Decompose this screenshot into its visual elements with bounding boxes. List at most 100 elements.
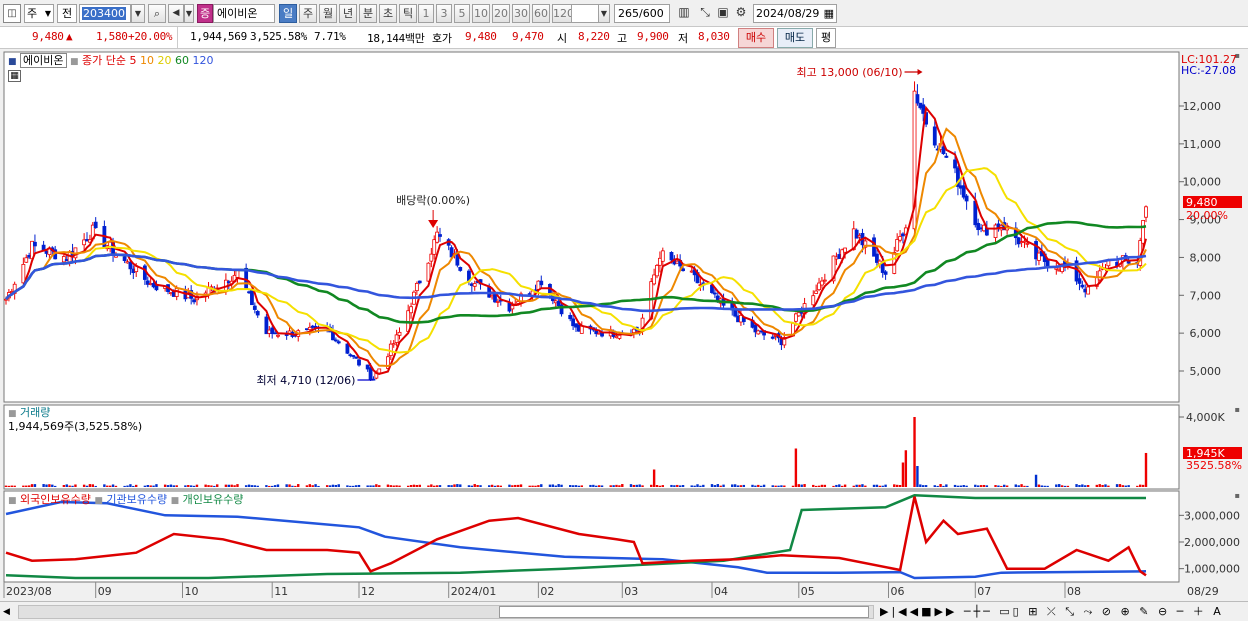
volume-bar	[519, 484, 523, 487]
volume: 1,944,569	[190, 30, 247, 43]
volume-bar	[898, 485, 902, 487]
legend-stock-name[interactable]: 에이비온	[20, 53, 67, 68]
count-input[interactable]: 265/600	[614, 4, 670, 23]
interval-1[interactable]: 1	[418, 4, 434, 23]
window-menu-icon[interactable]: ◫	[3, 4, 21, 23]
candle-body	[1080, 284, 1085, 288]
candle-body	[814, 290, 819, 294]
volume-bar	[759, 485, 763, 487]
volume-bar	[959, 485, 963, 487]
candle-body	[579, 325, 584, 334]
speaker-dropdown-icon[interactable]: ▼	[184, 4, 194, 23]
candle-body	[964, 195, 969, 202]
volume-bar	[1040, 485, 1044, 487]
volume-bar	[1101, 484, 1104, 487]
candle-body	[250, 288, 254, 306]
volume-bar	[1066, 485, 1070, 487]
scroll-thumb[interactable]	[499, 606, 869, 618]
tab-월[interactable]: 월	[319, 4, 337, 23]
open-price: 8,220	[578, 30, 610, 43]
interval-custom-input[interactable]	[571, 4, 601, 23]
interval-20[interactable]: 20	[492, 4, 510, 23]
scroll-left-icon[interactable]: ◀	[3, 605, 16, 619]
volume-bar	[479, 485, 482, 487]
eval-button[interactable]: 평	[816, 28, 836, 48]
table-icon[interactable]: ▦	[8, 70, 21, 82]
candle-body	[953, 159, 957, 169]
low-label: 저	[678, 32, 688, 45]
speaker-icon[interactable]: ◀	[168, 4, 184, 23]
gear-icon[interactable]: ⚙	[732, 4, 750, 23]
buy-button[interactable]: 매수	[738, 28, 774, 48]
volume-bar	[557, 484, 560, 487]
tab-분[interactable]: 분	[359, 4, 377, 23]
volume-bar	[22, 485, 25, 487]
interval-3[interactable]: 3	[436, 4, 452, 23]
volume-bar	[192, 485, 196, 487]
candle-body	[961, 185, 966, 198]
interval-30[interactable]: 30	[512, 4, 530, 23]
volume-bar	[357, 484, 361, 487]
tab-년[interactable]: 년	[339, 4, 357, 23]
tab-일[interactable]: 일	[279, 4, 297, 23]
search-icon[interactable]: ⌕	[148, 4, 166, 23]
volume-bar	[780, 485, 783, 487]
candle-body	[883, 271, 888, 275]
volume-bar	[91, 484, 95, 487]
candle-body	[252, 305, 257, 310]
volume-bar	[68, 485, 71, 487]
volume-bar	[1098, 484, 1101, 487]
volume-bar	[1086, 484, 1090, 487]
volume-bar	[308, 484, 312, 487]
compare-button[interactable]: 전	[57, 4, 77, 23]
volume-bar	[389, 485, 393, 487]
volume-bar	[7, 485, 11, 487]
nav-icons[interactable]: ▶|◀◀■▶▶ ─┼─ ▭▯ ⊞ ⤫ ⤡ ⤳ ⊘ ⊕ ✎ ⊖ ─ ＋ A	[880, 605, 1240, 619]
chart-area[interactable]: 5,0006,0007,0008,0009,00010,00011,00012,…	[0, 50, 1248, 621]
volume-bar	[884, 484, 887, 487]
volume-bar	[1023, 485, 1026, 487]
volume-bar	[757, 484, 760, 487]
volume-bar	[48, 484, 51, 487]
current-price: 9,480	[32, 30, 64, 43]
scrollbar[interactable]	[18, 605, 874, 619]
volume-bar	[291, 485, 294, 487]
volume-bar	[25, 485, 28, 487]
x-tick-label: 12	[361, 585, 375, 598]
volume-bar	[696, 484, 699, 487]
volume-bar	[783, 485, 786, 487]
period-select[interactable]: 주 ▼	[24, 4, 54, 23]
volume-bar	[554, 485, 557, 487]
volume-current-pct: 3525.58%	[1186, 459, 1242, 472]
volume-bar	[936, 485, 939, 487]
volume-bar	[88, 484, 92, 487]
volume-bar	[346, 485, 349, 487]
calendar-icon[interactable]: ▦	[824, 5, 834, 22]
code-input[interactable]: 203400	[79, 4, 131, 23]
interval-5[interactable]: 5	[454, 4, 470, 23]
tab-초[interactable]: 초	[379, 4, 397, 23]
volume-bar	[1026, 485, 1029, 487]
interval-10[interactable]: 10	[472, 4, 490, 23]
y-tick-label: 10,000	[1183, 176, 1222, 189]
y-tick-label: 6,000	[1190, 327, 1222, 340]
high-label: 고	[617, 32, 627, 45]
candle-body	[1144, 206, 1148, 218]
cursor-icon[interactable]: ⤡	[696, 4, 714, 23]
candle-icon[interactable]: ▥	[674, 4, 694, 23]
volume-bar	[678, 485, 682, 487]
code-dropdown-icon[interactable]: ▼	[131, 4, 145, 23]
date-input[interactable]: 2024/08/29 ▦	[753, 4, 837, 23]
save-icon[interactable]: ▣	[714, 4, 732, 23]
tab-주[interactable]: 주	[299, 4, 317, 23]
candle-body	[652, 274, 657, 285]
x-tick-label: 06	[890, 585, 904, 598]
candle-body	[895, 239, 900, 252]
interval-dropdown-icon[interactable]: ▼	[598, 4, 610, 23]
tab-틱[interactable]: 틱	[399, 4, 417, 23]
volume-bar	[974, 484, 977, 487]
interval-60[interactable]: 60	[532, 4, 550, 23]
stock-name[interactable]: 에이비온	[213, 4, 275, 23]
sell-button[interactable]: 매도	[777, 28, 813, 48]
volume-bar	[1034, 474, 1038, 487]
